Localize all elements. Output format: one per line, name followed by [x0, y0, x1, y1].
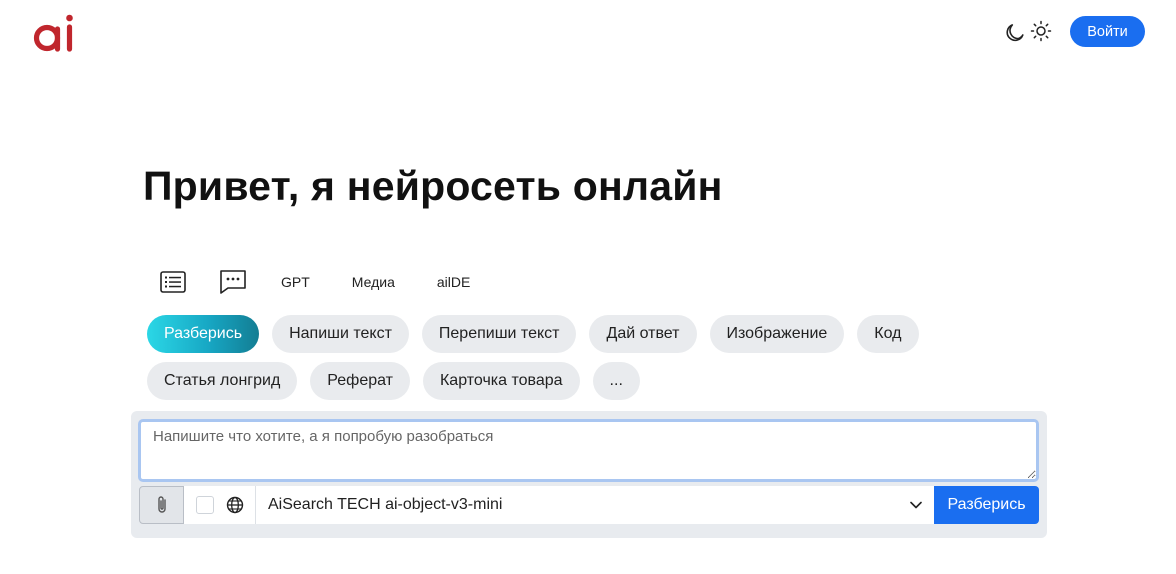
composer: AiSearch TECH ai-object-v3-mini Разберис…	[131, 411, 1047, 538]
page: Войти Привет, я нейросеть онлайн GPT Мед…	[0, 0, 1176, 574]
tab-gpt[interactable]: GPT	[277, 274, 314, 290]
chip-razberis[interactable]: Разберись	[147, 315, 260, 353]
chip-product-card[interactable]: Карточка товара	[422, 362, 580, 400]
chevron-down-icon	[910, 501, 922, 509]
chip-image[interactable]: Изображение	[709, 315, 845, 353]
submit-button[interactable]: Разберись	[934, 486, 1039, 524]
chip-rewrite-text[interactable]: Перепиши текст	[421, 315, 577, 353]
paperclip-icon	[157, 496, 166, 513]
web-search-toggle	[184, 486, 255, 524]
chat-dots-icon[interactable]	[215, 266, 251, 298]
mode-tabs: GPT Медиа ailDE	[155, 266, 474, 298]
chip-longread-article[interactable]: Статья лонгрид	[147, 362, 298, 400]
chip-code[interactable]: Код	[857, 315, 919, 353]
attach-button[interactable]	[139, 486, 184, 524]
list-icon[interactable]	[155, 266, 191, 298]
login-button[interactable]: Войти	[1070, 16, 1145, 47]
moon-icon[interactable]	[1003, 19, 1027, 43]
composer-controls: AiSearch TECH ai-object-v3-mini Разберис…	[139, 486, 1039, 524]
chip-essay[interactable]: Реферат	[310, 362, 410, 400]
sun-icon[interactable]	[1029, 19, 1053, 43]
chip-more[interactable]: ...	[592, 362, 640, 400]
chip-write-text[interactable]: Напиши текст	[272, 315, 409, 353]
web-search-checkbox[interactable]	[195, 496, 214, 514]
globe-icon	[226, 496, 243, 514]
model-select[interactable]: AiSearch TECH ai-object-v3-mini	[255, 486, 934, 524]
theme-toggle[interactable]	[1003, 19, 1053, 43]
ai-logo[interactable]	[33, 12, 77, 54]
prompt-input[interactable]	[138, 419, 1039, 482]
page-title: Привет, я нейросеть онлайн	[143, 163, 723, 209]
tab-aide[interactable]: ailDE	[433, 274, 474, 290]
prompt-chips: Разберись Напиши текст Перепиши текст Да…	[147, 315, 947, 400]
chip-give-answer[interactable]: Дай ответ	[589, 315, 697, 353]
tab-media[interactable]: Медиа	[348, 274, 399, 290]
model-select-value: AiSearch TECH ai-object-v3-mini	[268, 496, 503, 513]
